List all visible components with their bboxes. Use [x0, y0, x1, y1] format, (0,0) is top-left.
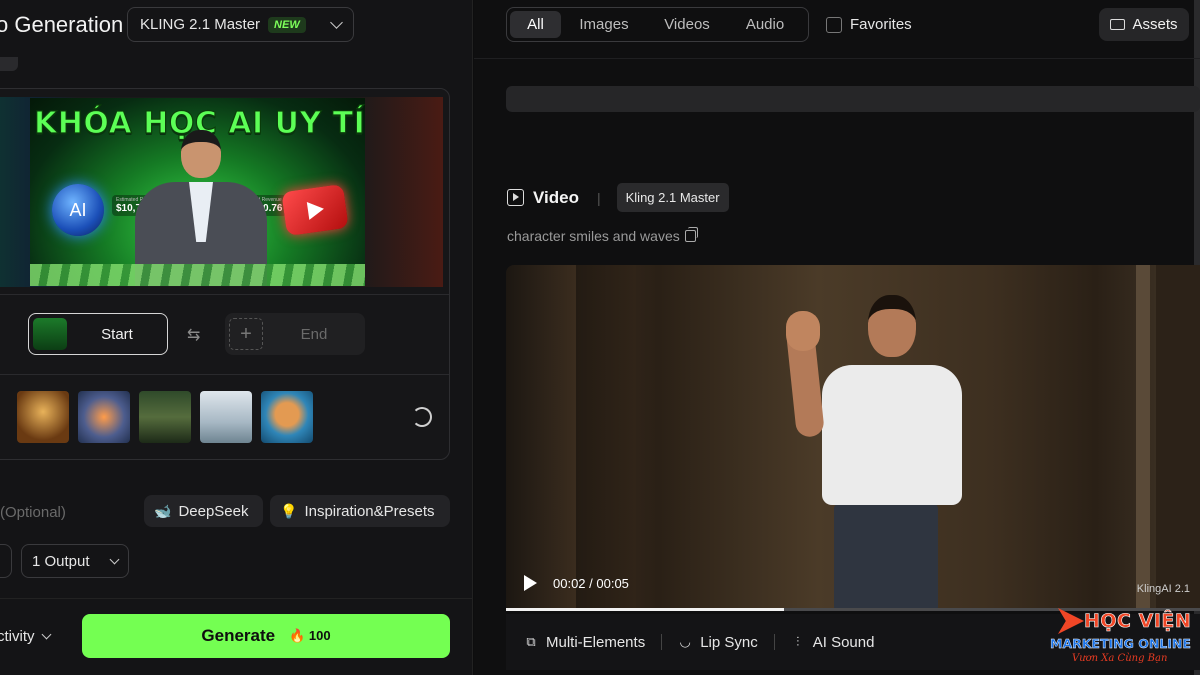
- refresh-icon[interactable]: [412, 407, 432, 427]
- swap-frames-icon[interactable]: ⇆: [187, 325, 207, 345]
- multi-elements-icon: ⧉: [526, 634, 536, 649]
- waving-man-figure: [785, 291, 966, 611]
- generation-panel: o Generation KLING 2.1 Master NEW KHÓA H…: [0, 0, 473, 675]
- bulb-icon: 💡: [280, 502, 298, 519]
- video-progress-fill: [506, 608, 784, 611]
- output-count-select[interactable]: 1 Output: [21, 544, 129, 578]
- generate-label: Generate: [201, 626, 276, 645]
- video-card-header: Video | Kling 2.1 Master: [507, 183, 729, 212]
- assets-label: Assets: [1132, 16, 1178, 33]
- multi-elements-label: Multi-Elements: [546, 633, 646, 651]
- video-type-label: Video: [533, 187, 579, 207]
- tab-all[interactable]: All: [510, 11, 561, 38]
- credit-cost: 🔥 100: [289, 628, 331, 643]
- assets-button[interactable]: Assets: [1099, 8, 1189, 41]
- chevron-down-icon: [330, 15, 343, 29]
- sample-image[interactable]: [200, 391, 252, 443]
- lip-sync-label: Lip Sync: [700, 633, 758, 651]
- playback-time: 00:02 / 00:05: [553, 575, 629, 591]
- page-title: o Generation: [0, 12, 124, 37]
- assets-panel: All Images Videos Audio Favorites Assets…: [474, 0, 1200, 675]
- ai-orb-graphic: AI: [52, 184, 104, 236]
- end-frame-button[interactable]: + End: [225, 313, 365, 355]
- sample-image[interactable]: [261, 391, 313, 443]
- credit-cost-value: 100: [308, 628, 331, 643]
- presenter-figure: [135, 130, 267, 286]
- tab-images[interactable]: Images: [561, 11, 647, 38]
- sound-wave-icon: ⫶: [796, 634, 800, 649]
- ai-sound-button[interactable]: ⫶ AI Sound: [791, 633, 875, 651]
- sample-image[interactable]: [17, 391, 69, 443]
- favorites-toggle[interactable]: Favorites: [826, 16, 912, 33]
- start-frame-button[interactable]: Start: [28, 313, 168, 355]
- tab-stub[interactable]: [0, 57, 18, 71]
- generate-button[interactable]: Generate 🔥 100: [82, 614, 450, 658]
- media-filter-tabs: All Images Videos Audio: [506, 7, 809, 42]
- logo-mark: [1058, 608, 1084, 634]
- chevron-down-icon: [41, 629, 51, 640]
- plus-icon: +: [229, 318, 263, 350]
- reference-image[interactable]: KHÓA HỌC AI UY TÍN AI Estimated Revenue …: [30, 98, 365, 286]
- divider: [0, 294, 449, 295]
- output-count-value: 1 Output: [32, 552, 90, 570]
- ai-sound-label: AI Sound: [812, 633, 875, 651]
- logo-slogan: Vươn Xa Cùng Bạn: [1072, 653, 1168, 664]
- play-icon[interactable]: [524, 575, 537, 591]
- sample-image-list: [17, 391, 313, 443]
- folder-icon: [1110, 19, 1126, 30]
- inspiration-presets-button[interactable]: 💡 Inspiration&Presets: [270, 495, 450, 527]
- whale-icon: 🐋: [154, 502, 172, 519]
- deepseek-button[interactable]: 🐋 DeepSeek: [144, 495, 263, 527]
- favorites-checkbox[interactable]: [826, 16, 842, 33]
- youtube-logo-graphic: [281, 183, 349, 237]
- model-select[interactable]: KLING 2.1 Master NEW: [127, 7, 354, 42]
- inspiration-label: Inspiration&Presets: [304, 502, 435, 520]
- video-icon: [507, 189, 524, 206]
- ai-orb-label: AI: [69, 199, 87, 220]
- tab-audio[interactable]: Audio: [727, 11, 803, 38]
- model-tag: Kling 2.1 Master: [616, 183, 729, 212]
- activity-label: ctivity: [0, 628, 35, 645]
- separator: [661, 634, 663, 650]
- chevron-down-icon: [109, 554, 120, 565]
- lip-sync-button[interactable]: ◡ Lip Sync: [678, 634, 758, 651]
- option-select[interactable]: [0, 544, 12, 578]
- activity-dropdown[interactable]: ctivity: [0, 628, 51, 645]
- deepseek-label: DeepSeek: [178, 502, 249, 520]
- divider: [474, 58, 1200, 59]
- previous-item-placeholder: [506, 86, 1200, 112]
- start-frame-thumbnail: [33, 318, 67, 350]
- logo-line-2: MARKETING ONLINE: [1050, 636, 1191, 651]
- logo-line-1: HỌC VIỆN: [1084, 610, 1192, 633]
- sample-image[interactable]: [139, 391, 191, 443]
- playback-controls: 00:02 / 00:05: [524, 575, 629, 591]
- favorites-label: Favorites: [850, 16, 912, 33]
- divider: [0, 374, 449, 375]
- model-select-value: KLING 2.1 Master: [140, 16, 261, 33]
- copy-icon[interactable]: [684, 227, 698, 242]
- new-badge: NEW: [268, 16, 306, 33]
- money-pile-graphic: [30, 264, 365, 286]
- separator: [773, 634, 775, 650]
- hoc-vien-marketing-logo: HỌC VIỆN MARKETING ONLINE Vươn Xa Cùng B…: [1050, 606, 1200, 668]
- start-frame-label: Start: [101, 325, 133, 343]
- prompt-optional-hint: (Optional): [0, 504, 66, 521]
- prompt-text: character smiles and waves: [507, 228, 680, 244]
- klingai-watermark: KlingAI 2.1: [1136, 583, 1190, 595]
- image-input-card: KHÓA HỌC AI UY TÍN AI Estimated Revenue …: [0, 88, 450, 460]
- multi-elements-button[interactable]: ⧉ Multi-Elements: [524, 634, 645, 651]
- video-prompt: character smiles and waves: [507, 227, 698, 244]
- sample-image[interactable]: [78, 391, 130, 443]
- end-frame-label: End: [300, 325, 328, 343]
- lips-icon: ◡: [679, 634, 691, 649]
- tab-videos[interactable]: Videos: [647, 11, 727, 38]
- video-player[interactable]: 00:02 / 00:05 KlingAI 2.1: [506, 265, 1200, 611]
- separator: |: [596, 189, 601, 206]
